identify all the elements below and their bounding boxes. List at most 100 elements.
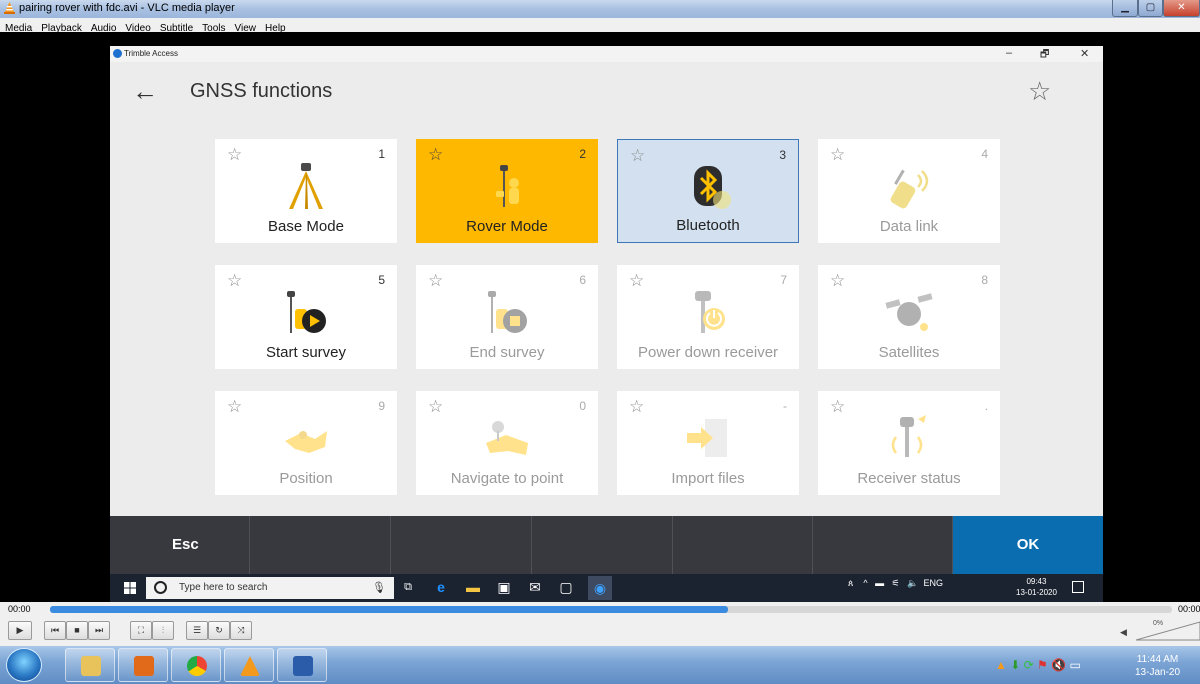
tile-receiver-status[interactable]: ☆ . Receiver status xyxy=(818,391,1000,495)
tile-number: 0 xyxy=(579,399,586,413)
star-icon[interactable]: ☆ xyxy=(629,397,644,417)
navigate-icon xyxy=(486,421,528,455)
volume-percent: 0% xyxy=(1153,620,1164,627)
tile-power-down-receiver[interactable]: ☆ 7 Power down receiver xyxy=(617,265,799,369)
volume-tray-icon[interactable]: 🔇 xyxy=(1051,658,1066,672)
network-tray-icon[interactable]: ▭ xyxy=(1069,658,1080,672)
win7-start-orb[interactable] xyxy=(6,648,42,682)
maximize-button[interactable]: ▢ xyxy=(1138,0,1163,17)
footer-softkey[interactable] xyxy=(532,516,673,574)
taskbar-chrome[interactable] xyxy=(171,648,221,682)
network-icon[interactable]: ⚟ xyxy=(892,578,900,588)
win10-search-box[interactable]: Type here to search 🎙 xyxy=(146,577,394,599)
clock-time: 11:44 AM xyxy=(1136,654,1179,665)
minimize-button[interactable]: ▁ xyxy=(1112,0,1138,17)
windows-logo-icon[interactable] xyxy=(124,582,136,594)
tile-start-survey[interactable]: ☆ 5 Start survey xyxy=(215,265,397,369)
rover-icon xyxy=(496,165,519,207)
previous-button[interactable]: ⏮ xyxy=(44,621,66,640)
loop-button[interactable]: ↻ xyxy=(208,621,230,640)
win10-clock[interactable]: 09:43 13-01-2020 xyxy=(1016,576,1057,598)
star-icon[interactable]: ☆ xyxy=(227,271,242,291)
tile-rover-mode[interactable]: ☆ 2 Rover Mode xyxy=(416,139,598,243)
action-center-icon[interactable] xyxy=(1072,581,1084,593)
volume-icon[interactable]: 🔈 xyxy=(907,578,918,588)
volume-mute-icon[interactable]: ◀ xyxy=(1120,627,1127,638)
trimble-close-button[interactable]: ✕ xyxy=(1080,47,1089,60)
tile-end-survey[interactable]: ☆ 6 End survey xyxy=(416,265,598,369)
star-icon[interactable]: ☆ xyxy=(227,145,242,165)
tile-label: Bluetooth xyxy=(676,217,740,234)
clock-time: 09:43 xyxy=(1026,577,1047,586)
taskbar-word[interactable] xyxy=(277,648,327,682)
tile-import-files[interactable]: ☆ - Import files xyxy=(617,391,799,495)
tile-bluetooth[interactable]: ☆ 3 Bluetooth xyxy=(617,139,799,243)
cortana-icon xyxy=(154,581,167,594)
tile-number: 2 xyxy=(579,147,586,161)
random-button[interactable]: ⤨ xyxy=(230,621,252,640)
tile-satellites[interactable]: ☆ 8 Satellites xyxy=(818,265,1000,369)
vlc-title-bar[interactable]: pairing rover with fdc.avi - VLC media p… xyxy=(0,0,1200,18)
footer-softkey[interactable] xyxy=(250,516,391,574)
tile-navigate-to-point[interactable]: ☆ 0 Navigate to point xyxy=(416,391,598,495)
star-icon[interactable]: ☆ xyxy=(830,271,845,291)
microphone-icon[interactable]: 🎙 xyxy=(372,581,386,594)
vlc-tray-icon[interactable]: ▲ xyxy=(995,658,1007,672)
stop-button[interactable]: ■ xyxy=(66,621,88,640)
people-icon[interactable]: ጰ xyxy=(848,578,853,588)
store-icon[interactable]: ▣ xyxy=(496,579,512,595)
star-icon[interactable]: ☆ xyxy=(428,145,443,165)
task-view-icon[interactable]: ⧉ xyxy=(400,579,416,595)
trimble-app-name: Trimble Access xyxy=(124,49,178,58)
edge-icon[interactable]: e xyxy=(433,579,449,595)
trimble-restore-button[interactable]: 🗗 xyxy=(1040,47,1049,64)
tile-data-link[interactable]: ☆ 4 Data link xyxy=(818,139,1000,243)
star-icon[interactable]: ☆ xyxy=(830,145,845,165)
trimble-taskbar-icon[interactable]: ◉ xyxy=(588,576,612,600)
power-icon xyxy=(695,291,725,333)
tile-position[interactable]: ☆ 9 Position xyxy=(215,391,397,495)
close-button[interactable]: ✕ xyxy=(1163,0,1200,17)
download-tray-icon[interactable]: ⬇ xyxy=(1010,658,1020,672)
battery-icon[interactable]: ▬ xyxy=(875,578,884,588)
star-icon[interactable]: ☆ xyxy=(630,146,645,166)
file-explorer-icon[interactable]: ▬ xyxy=(465,579,481,595)
volume-slider[interactable] xyxy=(1136,620,1200,642)
fullscreen-button[interactable]: ⛶ xyxy=(130,621,152,640)
back-arrow-icon[interactable]: ← xyxy=(132,78,158,104)
extended-settings-button[interactable]: ⫶ xyxy=(152,621,174,640)
star-icon[interactable]: ☆ xyxy=(428,271,443,291)
star-icon[interactable]: ☆ xyxy=(227,397,242,417)
sync-tray-icon[interactable]: ⟳ xyxy=(1024,658,1034,672)
show-hidden-icons[interactable]: ^ xyxy=(863,578,867,588)
star-icon[interactable]: ☆ xyxy=(830,397,845,417)
trimble-minimize-button[interactable]: – xyxy=(1006,47,1012,59)
tile-number: 4 xyxy=(981,147,988,161)
footer-softkey[interactable] xyxy=(813,516,953,574)
playlist-button[interactable]: ☰ xyxy=(186,621,208,640)
taskbar-outlook[interactable] xyxy=(118,648,168,682)
footer-softkey[interactable] xyxy=(673,516,813,574)
footer-softkey[interactable] xyxy=(391,516,532,574)
play-button[interactable]: ▶ xyxy=(8,621,32,640)
satellite-icon xyxy=(885,293,933,331)
star-icon[interactable]: ☆ xyxy=(428,397,443,417)
vlc-seek-area: 00:00 00:00 xyxy=(0,602,1200,616)
esc-button[interactable]: Esc xyxy=(110,516,250,574)
next-button[interactable]: ⏭ xyxy=(88,621,110,640)
favorite-star-icon[interactable]: ☆ xyxy=(1028,76,1051,107)
win7-clock[interactable]: 11:44 AM 13-Jan-20 xyxy=(1135,653,1180,679)
taskbar-vlc[interactable] xyxy=(224,648,274,682)
win7-taskbar: ▲ ⬇ ⟳ ⚑ 🔇 ▭ 11:44 AM 13-Jan-20 xyxy=(0,646,1200,684)
ok-button[interactable]: OK xyxy=(953,516,1103,574)
mail-icon[interactable]: ✉ xyxy=(527,579,543,595)
tile-label: Receiver status xyxy=(857,470,961,487)
tile-base-mode[interactable]: ☆ 1 Base Mode xyxy=(215,139,397,243)
star-icon[interactable]: ☆ xyxy=(629,271,644,291)
position-icon xyxy=(285,431,327,453)
language-indicator[interactable]: ENG xyxy=(923,578,943,588)
seek-slider[interactable] xyxy=(50,606,1172,613)
flag-tray-icon[interactable]: ⚑ xyxy=(1037,658,1048,672)
app-window-icon[interactable]: ▢ xyxy=(558,579,574,595)
taskbar-explorer[interactable] xyxy=(65,648,115,682)
